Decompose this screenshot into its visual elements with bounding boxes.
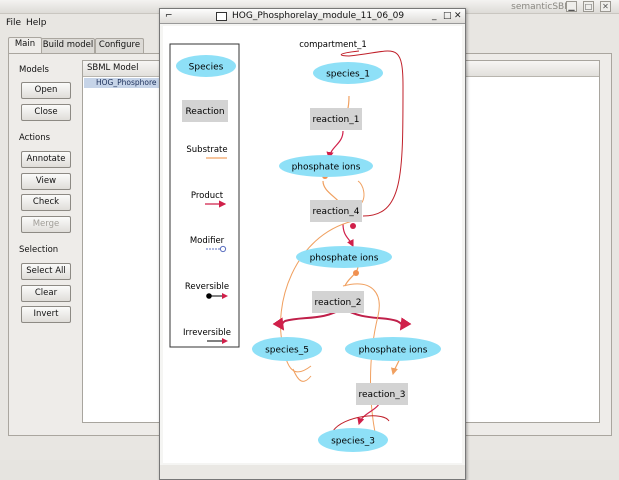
legend-species-label: Species xyxy=(189,63,224,73)
network-viewer-window: ⌐ HOG_Phosphorelay_module_11_06_09 _ □ ✕… xyxy=(159,8,466,480)
select-all-button[interactable]: Select All xyxy=(21,263,71,280)
node-reaction-1-label: reaction_1 xyxy=(313,115,360,125)
node-reaction-3-label: reaction_3 xyxy=(359,390,406,400)
selection-label: Selection xyxy=(19,245,59,255)
viewer-close-icon[interactable]: ✕ xyxy=(454,12,462,21)
legend-modifier-circle xyxy=(219,245,227,253)
node-reaction-4-label: reaction_4 xyxy=(313,207,360,217)
edge-phosphate-b-reaction2 xyxy=(344,265,359,287)
merge-button[interactable]: Merge xyxy=(21,216,71,233)
close-icon[interactable]: ✕ xyxy=(600,1,611,12)
edge-reaction1-phosphate-a xyxy=(326,130,344,160)
models-label: Models xyxy=(19,65,49,75)
invert-button[interactable]: Invert xyxy=(21,306,71,323)
compartment-label: compartment_1 xyxy=(299,40,366,50)
substrate-dot-b xyxy=(353,270,359,276)
viewer-minimize-icon[interactable]: _ xyxy=(432,12,437,21)
node-species-1-label: species_1 xyxy=(326,70,370,80)
viewer-maximize-icon[interactable]: □ xyxy=(443,12,452,21)
view-button[interactable]: View xyxy=(21,173,71,190)
node-phosphate-a-label: phosphate ions xyxy=(292,163,361,173)
legend-substrate-label: Substrate xyxy=(186,145,227,155)
node-reaction-2-label: reaction_2 xyxy=(315,298,362,308)
viewer-titlebar: ⌐ HOG_Phosphorelay_module_11_06_09 _ □ ✕ xyxy=(160,9,465,24)
check-button[interactable]: Check xyxy=(21,194,71,211)
legend-reversible-label: Reversible xyxy=(185,282,229,292)
close-button[interactable]: Close xyxy=(21,104,71,121)
viewer-statusbar xyxy=(160,465,465,479)
product-dot-a xyxy=(350,223,356,229)
menu-help[interactable]: Help xyxy=(26,18,47,28)
tab-main[interactable]: Main xyxy=(8,37,42,53)
network-diagram: Species Reaction Substrate Product Modif… xyxy=(169,40,441,452)
legend-reaction-label: Reaction xyxy=(185,107,224,117)
window-menu-icon[interactable]: ⌐ xyxy=(165,12,173,21)
viewer-title: HOG_Phosphorelay_module_11_06_09 xyxy=(232,11,405,21)
network-canvas[interactable]: Species Reaction Substrate Product Modif… xyxy=(163,26,462,463)
legend-irreversible-label: Irreversible xyxy=(183,328,231,338)
tab-build-model[interactable]: Build model xyxy=(41,38,95,53)
menu-file[interactable]: File xyxy=(6,18,21,28)
clear-button[interactable]: Clear xyxy=(21,285,71,302)
window-icon xyxy=(216,12,227,21)
node-species-3-label: species_3 xyxy=(331,437,375,447)
actions-label: Actions xyxy=(19,133,51,143)
maximize-icon[interactable]: □ xyxy=(583,1,594,12)
minimize-icon[interactable]: ▁ xyxy=(566,1,577,12)
table-row[interactable]: HOG_Phosphore xyxy=(84,78,162,88)
node-phosphate-b-label: phosphate ions xyxy=(310,254,379,264)
node-phosphate-c-label: phosphate ions xyxy=(359,346,428,356)
column-header-sbml-model[interactable]: SBML Model xyxy=(83,61,165,77)
tab-configure[interactable]: Configure xyxy=(95,38,144,53)
legend-modifier-label: Modifier xyxy=(190,236,225,246)
annotate-button[interactable]: Annotate xyxy=(21,151,71,168)
legend-product-label: Product xyxy=(191,191,224,201)
open-button[interactable]: Open xyxy=(21,82,71,99)
node-species-5-label: species_5 xyxy=(265,346,309,356)
